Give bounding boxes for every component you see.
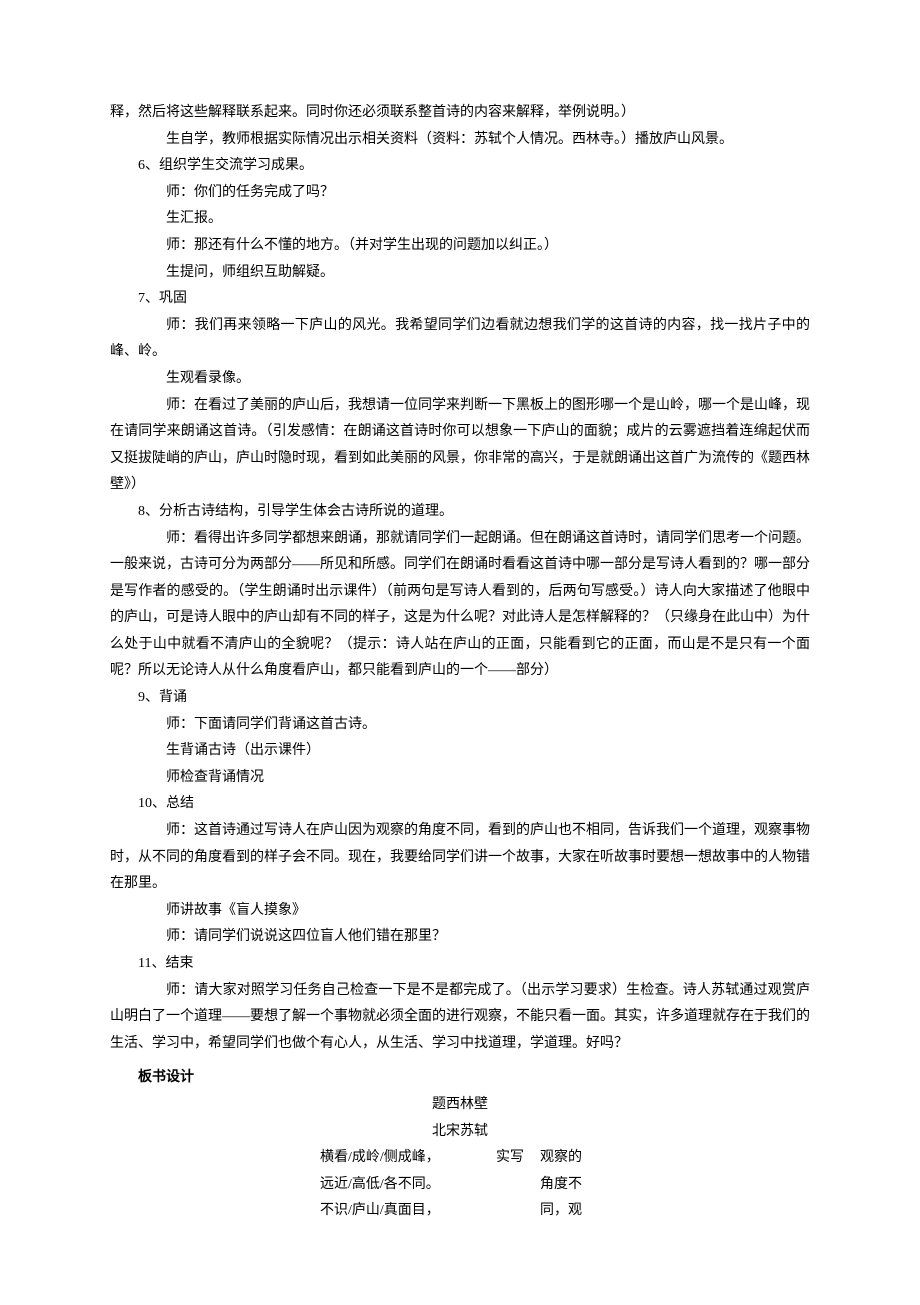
section-7-p2: 生观看录像。 bbox=[110, 366, 810, 393]
board-left-0: 横看/成岭/侧成峰， bbox=[320, 1145, 480, 1172]
board-right-2: 同，观 bbox=[540, 1198, 600, 1225]
section-9-line-2: 师检查背诵情况 bbox=[110, 765, 810, 792]
section-10-p3: 师：请同学们说说这四位盲人他们错在那里？ bbox=[110, 924, 810, 951]
section-6-line-1: 生汇报。 bbox=[110, 206, 810, 233]
section-6-line-2: 师：那还有什么不懂的地方。（并对学生出现的问题加以纠正。） bbox=[110, 233, 810, 260]
section-6-line-0: 师：你们的任务完成了吗？ bbox=[110, 180, 810, 207]
board-author: 北宋苏轼 bbox=[110, 1119, 810, 1146]
section-9-line-0: 师：下面请同学们背诵这首古诗。 bbox=[110, 712, 810, 739]
section-6-title: 6、组织学生交流学习成果。 bbox=[110, 153, 810, 180]
board-mid: 实写 bbox=[480, 1145, 540, 1172]
board-row: 横看/成岭/侧成峰， 远近/高低/各不同。 不识/庐山/真面目， 实写 观察的 … bbox=[110, 1145, 810, 1225]
board-right-1: 角度不 bbox=[540, 1172, 600, 1199]
section-11-title: 11、结束 bbox=[110, 951, 810, 978]
section-10-title: 10、总结 bbox=[110, 791, 810, 818]
board-design-block: 板书设计 题西林壁 北宋苏轼 横看/成岭/侧成峰， 远近/高低/各不同。 不识/… bbox=[110, 1065, 810, 1225]
board-left-2: 不识/庐山/真面目， bbox=[320, 1198, 480, 1225]
board-left-col: 横看/成岭/侧成峰， 远近/高低/各不同。 不识/庐山/真面目， bbox=[320, 1145, 480, 1225]
continuation-line: 释，然后将这些解释联系起来。同时你还必须联系整首诗的内容来解释，举例说明。） bbox=[110, 100, 810, 127]
board-title: 题西林壁 bbox=[110, 1092, 810, 1119]
section-10-p1: 师：这首诗通过写诗人在庐山因为观察的角度不同，看到的庐山也不相同，告诉我们一个道… bbox=[110, 818, 810, 898]
section-10-p2: 师讲故事《盲人摸象》 bbox=[110, 898, 810, 925]
section-7-p1: 师：我们再来领略一下庐山的风光。我希望同学们边看就边想我们学的这首诗的内容，找一… bbox=[110, 313, 810, 366]
board-right-col: 观察的 角度不 同，观 bbox=[540, 1145, 600, 1225]
board-mid-col: 实写 bbox=[480, 1145, 540, 1172]
intro-sub-line: 生自学，教师根据实际情况出示相关资料（资料：苏轼个人情况。西林寺。）播放庐山风景… bbox=[110, 127, 810, 154]
section-7-p3: 师：在看过了美丽的庐山后，我想请一位同学来判断一下黑板上的图形哪一个是山岭，哪一… bbox=[110, 393, 810, 499]
section-6-line-3: 生提问，师组织互助解疑。 bbox=[110, 260, 810, 287]
board-right-0: 观察的 bbox=[540, 1145, 600, 1172]
section-9-title: 9、背诵 bbox=[110, 685, 810, 712]
board-left-1: 远近/高低/各不同。 bbox=[320, 1172, 480, 1199]
section-8-title: 8、分析古诗结构，引导学生体会古诗所说的道理。 bbox=[110, 499, 810, 526]
section-9-line-1: 生背诵古诗（出示课件） bbox=[110, 738, 810, 765]
section-7-title: 7、巩固 bbox=[110, 286, 810, 313]
section-8-p1: 师：看得出许多同学都想来朗诵，那就请同学们一起朗诵。但在朗诵这首诗时，请同学们思… bbox=[110, 526, 810, 686]
section-11-p1: 师：请大家对照学习任务自己检查一下是不是都完成了。（出示学习要求）生检查。诗人苏… bbox=[110, 978, 810, 1058]
board-header: 板书设计 bbox=[110, 1065, 810, 1092]
